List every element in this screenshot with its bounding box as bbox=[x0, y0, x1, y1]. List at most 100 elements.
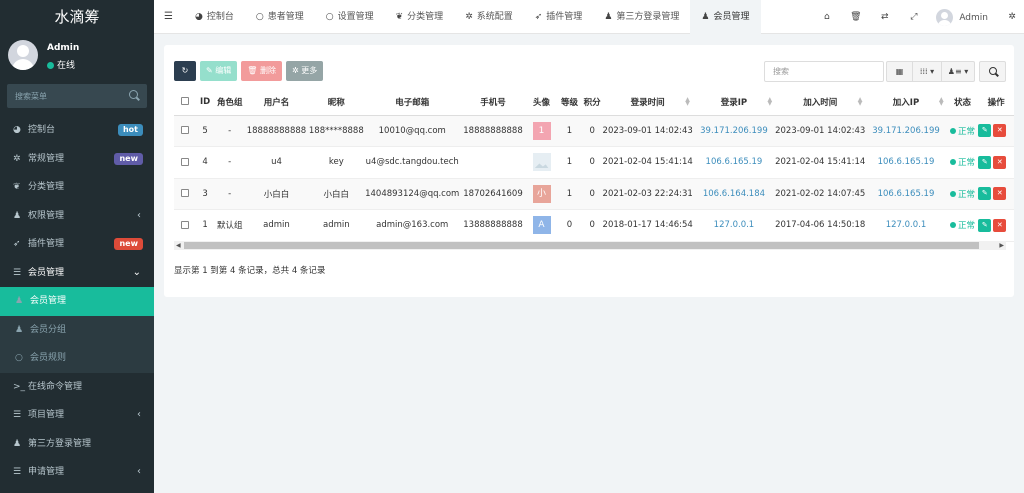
tab-label: 控制台 bbox=[206, 12, 234, 22]
cell-avatar: A bbox=[525, 209, 558, 242]
joinip-value[interactable]: 106.6.165.19 bbox=[878, 157, 935, 167]
scroll-left-icon[interactable]: ◀ bbox=[176, 241, 181, 250]
sidebar-item[interactable]: ♟ 会员分组 bbox=[0, 315, 154, 344]
sidebar-item[interactable]: ♟ 会员管理 bbox=[0, 287, 154, 316]
refresh-button[interactable]: ↻ bbox=[174, 61, 196, 81]
sidebar-item[interactable]: ✲ 常规管理 new bbox=[0, 145, 154, 174]
fullscreen-icon[interactable]: ⤢ bbox=[899, 12, 928, 22]
search-icon[interactable] bbox=[129, 90, 138, 99]
nav-tab[interactable]: ➶ 插件管理 bbox=[524, 0, 594, 34]
avatar[interactable] bbox=[532, 153, 551, 172]
nav-tab[interactable]: ○ 患者管理 bbox=[245, 0, 315, 34]
table-search-input[interactable] bbox=[764, 61, 884, 82]
status-text: 正常 bbox=[957, 189, 975, 200]
sidebar-item[interactable]: ♟ 权限管理 ‹ bbox=[0, 202, 154, 231]
nickname-value: 小白白 bbox=[323, 189, 350, 200]
top-navbar: ☰ ◕ 控制台 ○ 患者管理 ○ 设置管理 ❦ 分类管理 ✲ 系统配置 ➶ 插件管理 ♟ 第三方登录管理 ♟… bbox=[154, 0, 1024, 34]
scrollbar-thumb[interactable] bbox=[184, 242, 979, 249]
cogs-icon: ✲ bbox=[13, 153, 21, 164]
sidebar-item[interactable]: >_ 在线命令管理 bbox=[0, 373, 154, 402]
avatar[interactable]: 小 bbox=[532, 184, 551, 203]
column-header[interactable]: 加入时间 ▲ ▼ bbox=[775, 89, 866, 116]
sidebar-item[interactable]: ☰ 会员管理 ⌄ bbox=[0, 259, 154, 288]
export-button[interactable]: ♟≡ ▾ bbox=[942, 61, 975, 82]
sidebar-toggle-icon[interactable]: ☰ bbox=[164, 11, 173, 22]
more-button[interactable]: ✲ 更多 bbox=[285, 61, 324, 81]
loginip-value[interactable]: 106.6.164.184 bbox=[703, 189, 765, 199]
settings-icon[interactable]: ✲ bbox=[1000, 12, 1024, 22]
sort-icon[interactable]: ▲ ▼ bbox=[858, 97, 863, 107]
avatar bbox=[936, 8, 954, 26]
app-logo[interactable]: 水滴筹 bbox=[0, 0, 154, 34]
nav-tab[interactable]: ♟ 会员管理 bbox=[690, 0, 761, 34]
table-row[interactable]: 5-18888888888 188****8888 10010@qq.com 1888… bbox=[174, 115, 1014, 147]
sort-icon[interactable]: ▲ ▼ bbox=[685, 97, 690, 107]
row-checkbox[interactable] bbox=[174, 178, 196, 210]
menu-search-input[interactable] bbox=[7, 84, 117, 108]
delete-row-button[interactable]: ✕ bbox=[993, 155, 1007, 169]
nav-tab[interactable]: ○ 设置管理 bbox=[315, 0, 385, 34]
trash-icon[interactable]: 🗑 bbox=[841, 12, 870, 22]
sort-icon[interactable]: ▲ ▼ bbox=[767, 97, 772, 107]
edit-row-button[interactable]: ✎ bbox=[978, 218, 992, 232]
avatar[interactable]: A bbox=[532, 216, 551, 235]
edit-row-button[interactable]: ✎ bbox=[978, 187, 992, 201]
cell-loginip: 106.6.165.19 bbox=[692, 146, 776, 179]
scroll-right-icon[interactable]: ▶ bbox=[999, 241, 1004, 250]
logintime-value: 2018-01-17 14:46:54 bbox=[602, 220, 693, 231]
joinip-value[interactable]: 39.171.206.199 bbox=[872, 126, 940, 136]
user-menu[interactable]: Admin bbox=[928, 8, 1000, 26]
loginip-value[interactable]: 127.0.0.1 bbox=[714, 220, 755, 230]
delete-button[interactable]: 🗑 删除 bbox=[241, 61, 282, 81]
nav-tab[interactable]: ❦ 分类管理 bbox=[385, 0, 455, 34]
columns-button[interactable]: ⁞⁞⁞ ▾ bbox=[913, 61, 942, 82]
edit-row-button[interactable]: ✎ bbox=[978, 155, 992, 169]
column-header-label: 等级 bbox=[560, 97, 578, 108]
edit-row-button[interactable]: ✎ bbox=[978, 124, 992, 138]
sort-icon[interactable]: ▲ ▼ bbox=[939, 97, 944, 107]
sidebar-item[interactable]: ☰ 项目管理 ‹ bbox=[0, 401, 154, 430]
nav-tabs: ◕ 控制台 ○ 患者管理 ○ 设置管理 ❦ 分类管理 ✲ 系统配置 ➶ 插件管理 ♟ 第三方登录管理 ♟ 会员… bbox=[184, 0, 761, 34]
sidebar-item[interactable]: ☰ 申请管理 ‹ bbox=[0, 458, 154, 487]
loginip-value[interactable]: 106.6.165.19 bbox=[706, 157, 763, 167]
toggle-view-button[interactable]: ▦ bbox=[886, 61, 913, 82]
column-header-label: 角色组 bbox=[216, 97, 243, 108]
sidebar-item[interactable]: ○ 会员规则 bbox=[0, 344, 154, 373]
level-value: 0 bbox=[566, 220, 573, 231]
horizontal-scrollbar[interactable]: ◀ ▶ bbox=[174, 241, 1006, 250]
home-icon[interactable]: ⌂ bbox=[812, 12, 841, 22]
cell-jointime: 2017-04-06 14:50:18 bbox=[775, 209, 866, 242]
sidebar-item[interactable]: ♟ 第三方登录管理 bbox=[0, 430, 154, 459]
avatar[interactable]: 1 bbox=[532, 121, 551, 140]
sidebar-item[interactable]: ❦ 分类管理 bbox=[0, 173, 154, 202]
cell-joinip: 106.6.165.19 bbox=[865, 178, 947, 210]
sidebar-item[interactable]: ➶ 插件管理 new bbox=[0, 230, 154, 259]
nav-tab[interactable]: ◕ 控制台 bbox=[184, 0, 245, 34]
loginip-value[interactable]: 39.171.206.199 bbox=[700, 126, 768, 136]
row-checkbox[interactable] bbox=[174, 209, 196, 242]
chevron-icon: ⌄ bbox=[132, 266, 141, 278]
common-search-button[interactable] bbox=[979, 61, 1006, 82]
delete-row-button[interactable]: ✕ bbox=[993, 218, 1007, 232]
select-all-checkbox[interactable] bbox=[174, 89, 196, 116]
edit-button[interactable]: ✎ 编辑 bbox=[200, 61, 238, 81]
nav-tab[interactable]: ✲ 系统配置 bbox=[454, 0, 524, 34]
column-header[interactable]: 加入IP ▲ ▼ bbox=[865, 89, 947, 116]
column-header-label: 用户名 bbox=[263, 97, 290, 108]
table-row[interactable]: 3- 小白白 小白白 1404893124@qq.com 18702641609 小 1 0 2… bbox=[174, 178, 1014, 210]
cell-username: u4 bbox=[244, 146, 309, 179]
column-header[interactable]: 登录IP ▲ ▼ bbox=[692, 89, 776, 116]
joinip-value[interactable]: 127.0.0.1 bbox=[886, 220, 927, 230]
delete-row-button[interactable]: ✕ bbox=[993, 124, 1007, 138]
nav-tab[interactable]: ♟ 第三方登录管理 bbox=[593, 0, 690, 34]
row-checkbox[interactable] bbox=[174, 146, 196, 179]
row-checkbox[interactable] bbox=[174, 115, 196, 147]
table-row[interactable]: 1 默认组 admin admin admin@163.com 13888888888 A 0… bbox=[174, 209, 1014, 242]
table-row[interactable]: 4 - u4 key u4@sdc.tangdou.tech 1 0 2021-02-04 1… bbox=[174, 146, 1014, 179]
table-header-row: ID 角色组 用户名 昵称 电子邮箱 手机号 头像 等级 积分 登录时间 ▲ ▼ 登录IP ▲ ▼ 加入时间 ▲… bbox=[174, 89, 1014, 116]
column-header[interactable]: 登录时间 ▲ ▼ bbox=[602, 89, 693, 116]
translate-icon[interactable]: ⇄ bbox=[870, 12, 899, 22]
delete-row-button[interactable]: ✕ bbox=[993, 187, 1007, 201]
sidebar-item[interactable]: ◕ 控制台 hot bbox=[0, 116, 154, 145]
joinip-value[interactable]: 106.6.165.19 bbox=[878, 189, 935, 199]
